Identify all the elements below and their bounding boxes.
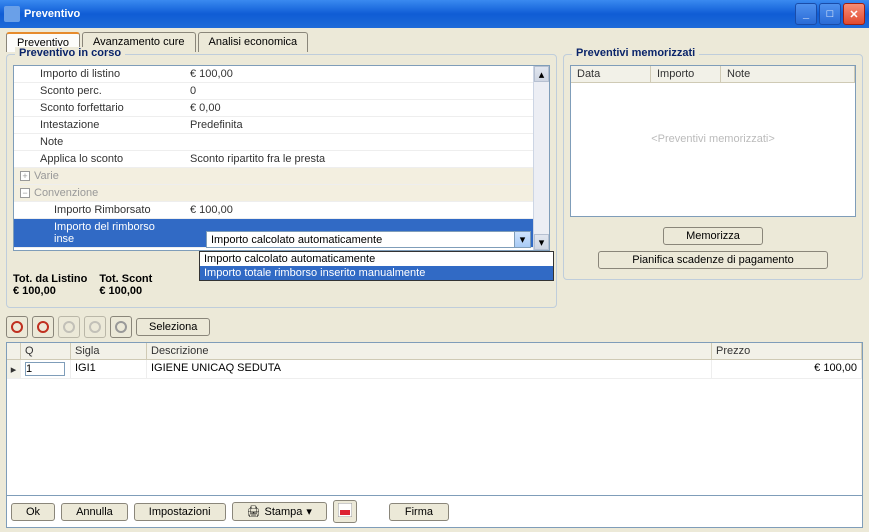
pdf-button[interactable] — [333, 500, 357, 523]
group-conv-label: Convenzione — [34, 187, 98, 199]
tot-listino-value: € 100,00 — [13, 285, 87, 297]
expand-varie-icon[interactable]: + — [20, 171, 30, 181]
tot-scont-value: € 100,00 — [99, 285, 152, 297]
printer-icon: 🖨 — [247, 505, 261, 518]
memorizza-button[interactable]: Memorizza — [663, 227, 763, 245]
footer-bar: Ok Annulla Impostazioni 🖨 Stampa ▾ Firma — [6, 495, 863, 528]
cell-descrizione[interactable]: IGIENE UNICAQ SEDUTA — [147, 360, 712, 378]
rimborso-combo[interactable]: Importo calcolato automaticamente ▾ — [206, 231, 531, 248]
row-scontoperc-label: Sconto perc. — [14, 83, 184, 99]
scroll-up-icon[interactable]: ▴ — [534, 66, 549, 82]
row-rimborsato-value[interactable]: € 100,00 — [184, 202, 549, 218]
row-note-label: Note — [14, 134, 184, 150]
row-pointer-icon: ▸ — [7, 360, 21, 378]
firma-button[interactable]: Firma — [389, 503, 449, 521]
row-scontoforf-label: Sconto forfettario — [14, 100, 184, 116]
row-note-value[interactable] — [184, 134, 549, 150]
row-rimborsato-label: Importo Rimborsato — [14, 202, 184, 218]
stampa-button[interactable]: 🖨 Stampa ▾ — [232, 502, 327, 521]
saved-grid[interactable]: Data Importo Note <Preventivi memorizzat… — [570, 65, 856, 217]
saved-col-note[interactable]: Note — [721, 66, 855, 82]
q-input[interactable] — [25, 362, 65, 376]
chevron-down-icon[interactable]: ▾ — [514, 232, 530, 247]
group-varie-label: Varie — [34, 170, 59, 182]
saved-quotes-group: Preventivi memorizzati Data Importo Note… — [563, 54, 863, 280]
target-grey-2-button[interactable] — [84, 316, 106, 338]
rimborso-combo-value: Importo calcolato automaticamente — [211, 234, 382, 246]
saved-placeholder: <Preventivi memorizzati> — [571, 83, 855, 145]
title-bar: Preventivo _ □ ✕ — [0, 0, 869, 28]
row-applica-value[interactable]: Sconto ripartito fra le presta — [184, 151, 549, 167]
quote-group-title: Preventivo in corso — [15, 47, 125, 59]
col-q[interactable]: Q — [21, 343, 71, 359]
quote-in-progress-group: Preventivo in corso Importo di listino€ … — [6, 54, 557, 308]
row-scontoperc-value[interactable]: 0 — [184, 83, 549, 99]
row-toolbar: Seleziona — [6, 316, 863, 338]
collapse-conv-icon[interactable]: − — [20, 188, 30, 198]
window-title: Preventivo — [24, 8, 793, 20]
rimborso-dropdown[interactable]: Importo calcolato automaticamente Import… — [199, 251, 554, 281]
maximize-button[interactable]: □ — [819, 3, 841, 25]
row-rimborsoins-label: Importo del rimborso inse — [14, 219, 184, 247]
row-intest-value[interactable]: Predefinita — [184, 117, 549, 133]
target-red-2-button[interactable] — [32, 316, 54, 338]
target-red-1-button[interactable] — [6, 316, 28, 338]
saved-col-importo[interactable]: Importo — [651, 66, 721, 82]
tab-analisi[interactable]: Analisi economica — [198, 32, 309, 52]
row-applica-label: Applica lo sconto — [14, 151, 184, 167]
dropdown-opt-auto[interactable]: Importo calcolato automaticamente — [200, 252, 553, 266]
tot-listino-label: Tot. da Listino — [13, 273, 87, 285]
col-prezzo[interactable]: Prezzo — [712, 343, 862, 359]
col-descrizione[interactable]: Descrizione — [147, 343, 712, 359]
cell-prezzo[interactable]: € 100,00 — [712, 360, 862, 378]
property-list: Importo di listino€ 100,00 Sconto perc.0… — [13, 65, 550, 251]
stampa-label: Stampa — [265, 506, 303, 518]
row-listino-label: Importo di listino — [14, 66, 184, 82]
target-grey-1-button[interactable] — [58, 316, 80, 338]
scrollbar[interactable]: ▴ ▾ — [533, 66, 549, 250]
row-intest-label: Intestazione — [14, 117, 184, 133]
items-grid[interactable]: Q Sigla Descrizione Prezzo ▸ IGI1 IGIENE… — [6, 342, 863, 496]
pdf-icon — [338, 503, 352, 517]
saved-quotes-title: Preventivi memorizzati — [572, 47, 699, 59]
scroll-down-icon[interactable]: ▾ — [534, 234, 549, 250]
row-selector-header — [7, 343, 21, 359]
minimize-button[interactable]: _ — [795, 3, 817, 25]
row-listino-value[interactable]: € 100,00 — [184, 66, 549, 82]
row-scontoforf-value[interactable]: € 0,00 — [184, 100, 549, 116]
saved-col-data[interactable]: Data — [571, 66, 651, 82]
tab-bar: Preventivo Avanzamento cure Analisi econ… — [0, 28, 869, 52]
table-row[interactable]: ▸ IGI1 IGIENE UNICAQ SEDUTA € 100,00 — [7, 360, 862, 379]
annulla-button[interactable]: Annulla — [61, 503, 128, 521]
cell-sigla[interactable]: IGI1 — [71, 360, 147, 378]
target-grey-3-button[interactable] — [110, 316, 132, 338]
app-icon — [4, 6, 20, 22]
pianifica-button[interactable]: Pianifica scadenze di pagamento — [598, 251, 828, 269]
close-button[interactable]: ✕ — [843, 3, 865, 25]
ok-button[interactable]: Ok — [11, 503, 55, 521]
seleziona-button[interactable]: Seleziona — [136, 318, 210, 336]
dropdown-opt-manual[interactable]: Importo totale rimborso inserito manualm… — [200, 266, 553, 280]
chevron-down-icon: ▾ — [306, 505, 312, 518]
impostazioni-button[interactable]: Impostazioni — [134, 503, 226, 521]
col-sigla[interactable]: Sigla — [71, 343, 147, 359]
tot-scont-label: Tot. Scont — [99, 273, 152, 285]
